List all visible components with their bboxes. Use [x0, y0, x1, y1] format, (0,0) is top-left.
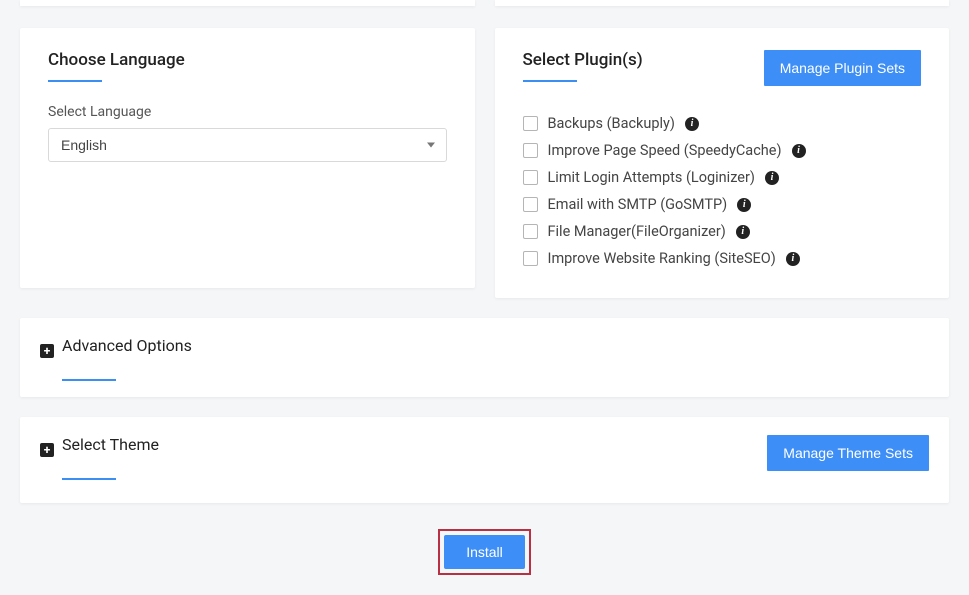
- install-button[interactable]: Install: [444, 535, 525, 569]
- prev-card-sliver-right: [495, 0, 950, 6]
- plugin-label: Improve Website Ranking (SiteSEO): [548, 250, 776, 267]
- advanced-options-card: + Advanced Options: [20, 318, 949, 397]
- select-plugins-card: Select Plugin(s) Manage Plugin Sets Back…: [495, 28, 950, 298]
- select-theme-title: Select Theme: [62, 435, 159, 464]
- plugin-label: Backups (Backuply): [548, 115, 675, 132]
- advanced-options-title: Advanced Options: [62, 336, 192, 365]
- plugin-label: Limit Login Attempts (Loginizer): [548, 169, 755, 186]
- language-select[interactable]: English: [48, 128, 447, 162]
- plugin-item: Improve Page Speed (SpeedyCache) i: [523, 137, 922, 164]
- plugin-label: Email with SMTP (GoSMTP): [548, 196, 728, 213]
- plugin-checkbox[interactable]: [523, 170, 538, 185]
- info-icon[interactable]: i: [685, 117, 699, 131]
- select-plugins-title: Select Plugin(s): [523, 50, 643, 80]
- manage-plugin-sets-button[interactable]: Manage Plugin Sets: [764, 50, 921, 86]
- info-icon[interactable]: i: [765, 171, 779, 185]
- plus-icon: +: [40, 443, 54, 457]
- plus-icon: +: [40, 344, 54, 358]
- choose-language-title: Choose Language: [48, 50, 447, 80]
- prev-card-sliver-left: [20, 0, 475, 6]
- select-theme-toggle[interactable]: + Select Theme: [40, 435, 159, 464]
- plugin-label: Improve Page Speed (SpeedyCache): [548, 142, 782, 159]
- plugin-checkbox[interactable]: [523, 251, 538, 266]
- info-icon[interactable]: i: [792, 144, 806, 158]
- manage-theme-sets-button[interactable]: Manage Theme Sets: [767, 435, 929, 471]
- plugin-item: File Manager(FileOrganizer) i: [523, 218, 922, 245]
- choose-language-card: Choose Language Select Language English: [20, 28, 475, 288]
- plugin-item: Backups (Backuply) i: [523, 110, 922, 137]
- plugin-item: Email with SMTP (GoSMTP) i: [523, 191, 922, 218]
- plugin-checkbox[interactable]: [523, 224, 538, 239]
- select-language-label: Select Language: [48, 104, 447, 120]
- plugin-list: Backups (Backuply) i Improve Page Speed …: [523, 100, 922, 272]
- info-icon[interactable]: i: [736, 225, 750, 239]
- info-icon[interactable]: i: [737, 198, 751, 212]
- plugin-checkbox[interactable]: [523, 143, 538, 158]
- plugin-checkbox[interactable]: [523, 197, 538, 212]
- advanced-options-toggle[interactable]: + Advanced Options: [40, 336, 929, 365]
- select-theme-card: + Select Theme Manage Theme Sets: [20, 417, 949, 503]
- plugin-label: File Manager(FileOrganizer): [548, 223, 726, 240]
- plugin-item: Limit Login Attempts (Loginizer) i: [523, 164, 922, 191]
- plugin-checkbox[interactable]: [523, 116, 538, 131]
- plugin-item: Improve Website Ranking (SiteSEO) i: [523, 245, 922, 272]
- install-highlight-box: Install: [438, 529, 531, 575]
- info-icon[interactable]: i: [786, 252, 800, 266]
